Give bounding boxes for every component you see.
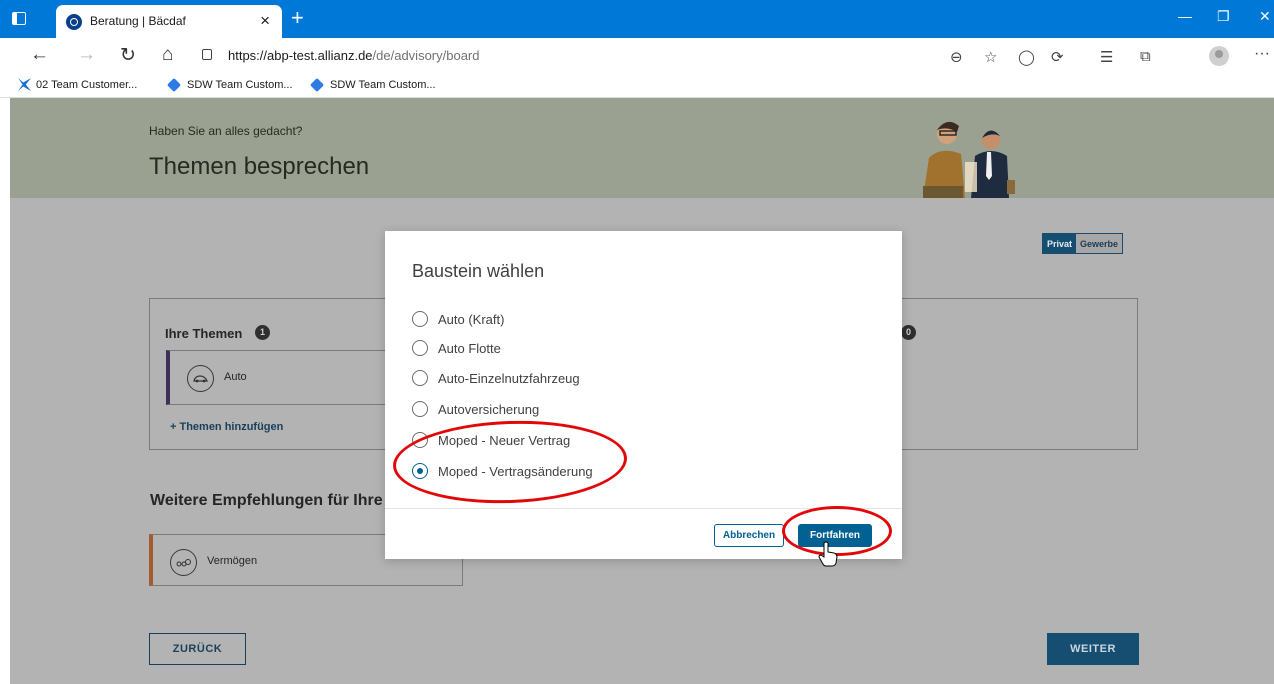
lock-icon — [202, 49, 212, 60]
jira-icon — [166, 77, 182, 93]
zoom-icon[interactable]: ⊖ — [950, 48, 963, 66]
advisors-illustration — [923, 121, 1015, 198]
url-path: /de/advisory/board — [372, 48, 480, 63]
bookmark-item[interactable]: SDW Team Custom... — [187, 79, 293, 91]
bookmark-item[interactable]: 02 Team Customer... — [36, 79, 137, 91]
radio-button[interactable] — [412, 370, 428, 386]
hand-cursor-icon — [818, 541, 838, 567]
allianz-favicon-icon — [66, 14, 82, 30]
reload-button[interactable]: ↻ — [120, 44, 136, 67]
option-auto-flotte[interactable]: Auto Flotte — [412, 338, 501, 358]
browser-tab[interactable]: Beratung | Bäcdaf × — [56, 5, 282, 38]
themes-count-badge: 1 — [255, 325, 270, 340]
home-button[interactable]: ⌂ — [162, 44, 173, 66]
maximize-button[interactable]: ❐ — [1217, 8, 1230, 25]
customer-type-toggle: Privat Gewerbe — [1042, 233, 1124, 254]
back-button[interactable]: ZURÜCK — [149, 633, 246, 665]
tab-close-icon[interactable]: × — [260, 11, 270, 31]
option-autoversicherung[interactable]: Autoversicherung — [412, 399, 539, 419]
dialog-title: Baustein wählen — [412, 261, 545, 281]
radio-button[interactable] — [412, 311, 428, 327]
profile-avatar[interactable] — [1209, 46, 1229, 66]
browser-titlebar: Beratung | Bäcdaf × + — ❐ ✕ — [0, 0, 1274, 38]
confluence-icon — [18, 78, 31, 91]
recommendations-title: Weitere Empfehlungen für Ihre ( — [150, 492, 393, 509]
topic-label: Vermögen — [207, 555, 258, 567]
extension-icon[interactable]: ◯ — [1018, 48, 1035, 66]
add-themes-link[interactable]: + Themen hinzufügen — [170, 421, 283, 433]
option-label: Autoversicherung — [438, 401, 540, 417]
hero-subtitle: Haben Sie an alles gedacht? — [149, 124, 303, 138]
page-title: Themen besprechen — [149, 153, 370, 180]
favorites-icon[interactable]: ☰ — [1100, 48, 1113, 66]
new-tab-button[interactable]: + — [291, 5, 304, 31]
segment-gewerbe[interactable]: Gewerbe — [1076, 234, 1122, 253]
more-menu-icon[interactable]: ··· — [1254, 45, 1270, 63]
themes-title: Ihre Themen — [165, 326, 243, 341]
option-label: Auto Flotte — [438, 340, 501, 356]
other-count-badge: 0 — [901, 325, 916, 340]
bookmark-item[interactable]: SDW Team Custom... — [330, 79, 436, 91]
segment-privat[interactable]: Privat — [1043, 234, 1077, 253]
bookmarks-bar: 02 Team Customer... SDW Team Custom... S… — [0, 74, 1274, 98]
favorite-add-icon[interactable]: ☆ — [984, 48, 997, 66]
url-host: https://abp-test.allianz.de — [228, 48, 373, 63]
topic-card-auto[interactable]: Auto — [166, 350, 386, 405]
radio-button[interactable] — [412, 340, 428, 356]
collections-icon[interactable]: ⧉ — [1140, 48, 1151, 65]
radio-button[interactable] — [412, 401, 428, 417]
back-button[interactable]: ← — [30, 44, 49, 66]
car-icon — [187, 365, 214, 392]
jira-icon — [309, 77, 325, 93]
wealth-icon — [170, 549, 197, 576]
hero-banner: Haben Sie an alles gedacht? Themen bespr… — [10, 98, 1274, 198]
puzzle-icon[interactable]: ⟳ — [1051, 48, 1064, 66]
option-label: Auto (Kraft) — [438, 311, 505, 327]
minimize-button[interactable]: — — [1178, 8, 1192, 24]
page-edge — [0, 98, 10, 684]
close-window-button[interactable]: ✕ — [1259, 8, 1271, 25]
option-label: Auto-Einzelnutzfahrzeug — [438, 370, 580, 386]
address-bar: ← → ↻ ⌂ https://abp-test.allianz.de/de/a… — [0, 38, 1274, 74]
forward-button[interactable]: → — [77, 44, 96, 66]
option-auto-kraft[interactable]: Auto (Kraft) — [412, 309, 504, 329]
topic-label: Auto — [224, 371, 247, 383]
option-auto-einzelnutzfahrzeug[interactable]: Auto-Einzelnutzfahrzeug — [412, 368, 580, 388]
tab-actions-icon[interactable] — [12, 12, 26, 25]
tab-title: Beratung | Bäcdaf — [90, 14, 186, 28]
cancel-button[interactable]: Abbrechen — [714, 524, 784, 547]
next-button[interactable]: WEITER — [1047, 633, 1139, 665]
